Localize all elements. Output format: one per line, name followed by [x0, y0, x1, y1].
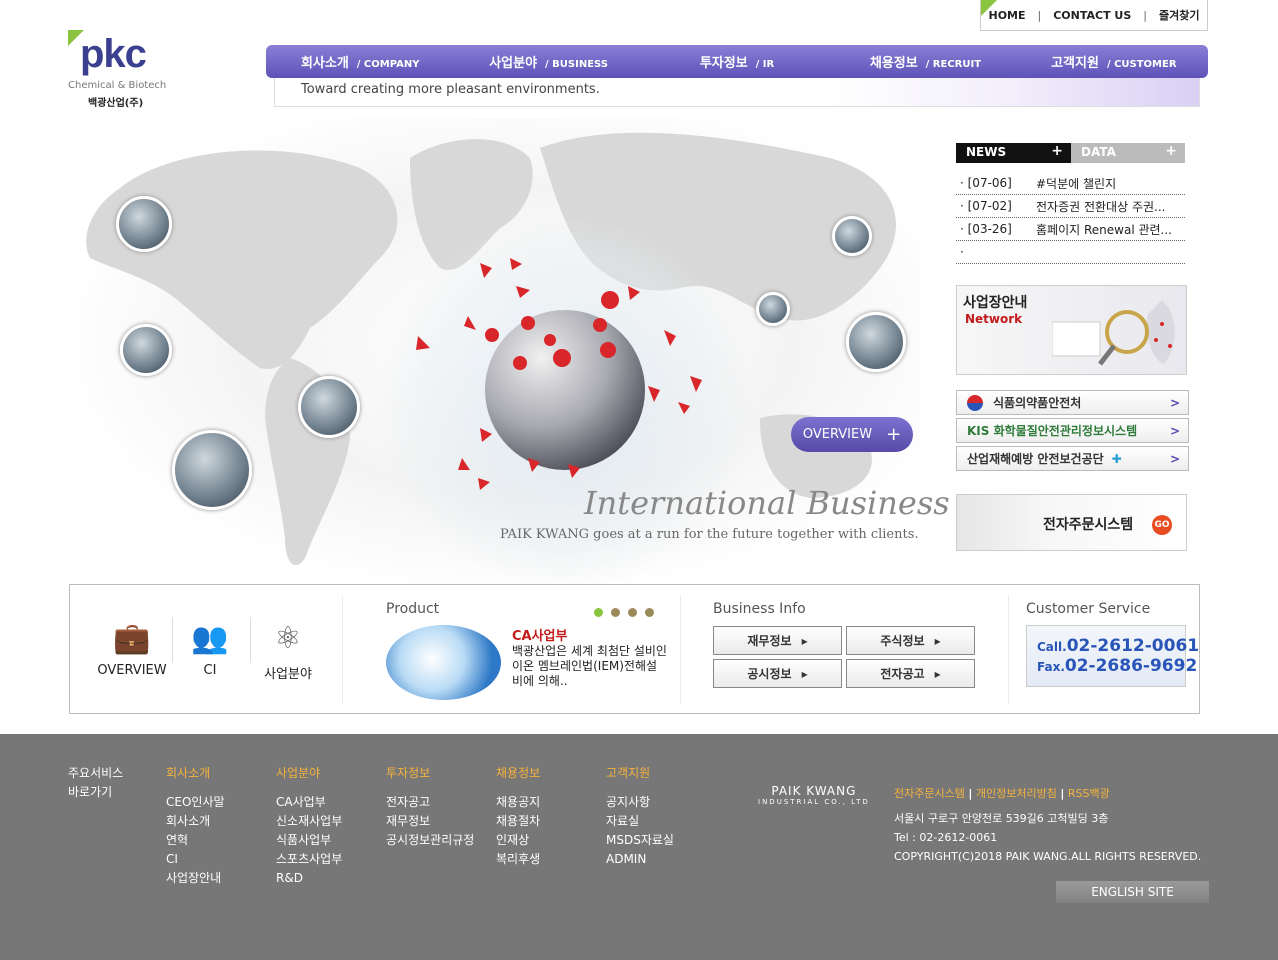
phone-number: 02-2612-0061: [1066, 636, 1200, 656]
gov-emblem-icon: [967, 394, 983, 411]
arrow-icon: >: [1169, 395, 1180, 410]
plant-photo: [120, 324, 172, 376]
separator: |: [1143, 8, 1148, 22]
footer-col-business: 사업분야 CA사업부 신소재사업부 식품사업부 스포츠사업부 R&D: [276, 766, 343, 885]
overview-button[interactable]: OVERVIEW +: [791, 417, 913, 452]
footer-main: 주요서비스 바로가기: [68, 766, 124, 799]
briefcase-icon: 💼: [113, 621, 151, 656]
disclosure-button[interactable]: 공시정보 ▸: [713, 659, 842, 688]
product-name[interactable]: CA사업부: [512, 625, 567, 644]
hero-title: International Business: [584, 484, 950, 522]
slogan: Toward creating more pleasant environmen…: [274, 78, 1200, 107]
network-subtitle: Network: [965, 312, 1023, 326]
arrow-icon: >: [1169, 423, 1180, 438]
quick-bar: 💼 OVERVIEW 👥 CI ⚛ 사업분야 Product CA사업부 백광산업은 …: [69, 584, 1200, 714]
tab-data[interactable]: DATA +: [1071, 143, 1185, 163]
list-item[interactable]: ·: [956, 241, 1185, 264]
plant-photo: [298, 376, 360, 438]
footer-col-company: 회사소개 CEO인사말 회사소개 연혁 CI 사업장안내: [166, 766, 225, 885]
e-notice-button[interactable]: 전자공고 ▸: [846, 659, 975, 688]
footer: 주요서비스 바로가기 회사소개 CEO인사말 회사소개 연혁 CI 사업장안내 사업분야 …: [0, 734, 1278, 960]
mfds-link[interactable]: 식품의약품안전처 >: [956, 390, 1189, 415]
fax-number: 02-2686-9692: [1064, 656, 1198, 676]
arrow-icon: ▸: [801, 633, 808, 648]
plus-icon[interactable]: +: [1165, 143, 1177, 159]
arrow-icon: ▸: [934, 666, 941, 681]
favorite-link[interactable]: 즐겨찾기: [1159, 7, 1199, 23]
business-info-title: Business Info: [713, 601, 806, 617]
product-description: 백광산업은 세계 최첨단 설비인 이온 멤브레인법(IEM)전해설비에 의해..: [512, 644, 667, 688]
quick-business[interactable]: ⚛ 사업분야: [250, 615, 326, 682]
footer-col-recruit: 채용정보 채용공지 채용절차 인재상 복리후생: [496, 766, 541, 866]
divider: [680, 595, 681, 705]
logo-subtitle: Chemical & Biotech: [68, 80, 167, 91]
logo[interactable]: pkc Chemical & Biotech 백광산업(주): [68, 28, 178, 113]
plus-icon[interactable]: +: [1051, 143, 1063, 159]
plus-icon: +: [886, 424, 902, 445]
logo-word: pkc: [80, 32, 147, 76]
list-item[interactable]: · [03-26] 홈페이지 Renewal 관련...: [956, 218, 1185, 241]
footer-brand: PAIK KWANG INDUSTRIAL CO., LTD: [758, 784, 870, 806]
people-icon: 👥: [191, 621, 229, 656]
arrow-icon: ▸: [934, 633, 941, 648]
nav-recruit[interactable]: 채용정보 / RECRUIT: [831, 52, 1019, 71]
product-title: Product: [386, 601, 440, 617]
nav-ir[interactable]: 투자정보 / IR: [643, 52, 831, 71]
kis-link[interactable]: KIS 화학물질안전관리정보시스템 >: [956, 418, 1189, 443]
contact-link[interactable]: CONTACT US: [1053, 9, 1131, 22]
atom-icon: ⚛: [274, 621, 302, 656]
list-item[interactable]: · [07-02] 전자증권 전환대상 주권...: [956, 195, 1185, 218]
separator: |: [1037, 8, 1042, 22]
magnifier-map-icon: [1052, 300, 1175, 366]
plant-photo: [116, 196, 172, 252]
footer-col-ir: 투자정보 전자공고 재무정보 공시정보관리규정: [386, 766, 475, 847]
network-title: 사업장안내: [963, 295, 1028, 311]
main-nav: 회사소개 / COMPANY 사업분야 / BUSINESS 투자정보 / IR 채용…: [266, 45, 1208, 78]
logo-korean: 백광산업(주): [88, 98, 144, 109]
kosha-link[interactable]: 산업재해예방 안전보건공단 ✚ >: [956, 446, 1189, 471]
english-site-button[interactable]: ENGLISH SITE: [1056, 881, 1209, 903]
e-order-banner[interactable]: 전자주문시스템 GO: [956, 494, 1187, 551]
footer-info: 전자주문시스템 | 개인정보처리방침 | RSS백광 서울시 구로구 안양천로 …: [894, 787, 1202, 863]
nav-customer[interactable]: 고객지원 / CUSTOMER: [1020, 52, 1208, 71]
quick-overview[interactable]: 💼 OVERVIEW: [94, 615, 170, 678]
financial-info-button[interactable]: 재무정보 ▸: [713, 626, 842, 655]
go-button[interactable]: GO: [1152, 515, 1172, 535]
customer-service-title: Customer Service: [1026, 601, 1151, 617]
hero-subtitle: PAIK KWANG goes at a run for the future …: [500, 527, 919, 542]
utility-bar: HOME | CONTACT US | 즐겨찾기: [980, 0, 1208, 31]
cross-icon: ✚: [1111, 451, 1122, 466]
network-banner[interactable]: 사업장안내 Network: [956, 285, 1187, 375]
list-item[interactable]: · [07-06] #덕분에 챌린지: [956, 172, 1185, 195]
nav-company[interactable]: 회사소개 / COMPANY: [266, 52, 454, 71]
corner-accent: [981, 0, 997, 16]
slide-dots[interactable]: [594, 608, 654, 617]
divider: [1008, 595, 1009, 705]
tab-news[interactable]: NEWS +: [956, 143, 1071, 163]
divider: [342, 595, 343, 705]
arrow-icon: >: [1169, 451, 1180, 466]
news-tabs: NEWS + DATA +: [956, 143, 1185, 163]
plant-photo: [756, 292, 790, 326]
contact-box: Call.02-2612-0061 Fax.02-2686-9692: [1026, 625, 1199, 687]
quick-ci[interactable]: 👥 CI: [172, 615, 248, 678]
news-list: · [07-06] #덕분에 챌린지 · [07-02] 전자증권 전환대상 주권.…: [956, 172, 1185, 264]
plant-photo: [832, 216, 872, 256]
arrow-icon: ▸: [801, 666, 808, 681]
plant-photo: [846, 312, 906, 372]
stock-info-button[interactable]: 주식정보 ▸: [846, 626, 975, 655]
product-image: [386, 625, 501, 700]
plant-photo: [172, 430, 252, 510]
nav-business[interactable]: 사업분야 / BUSINESS: [454, 52, 642, 71]
footer-col-customer: 고객지원 공지사항 자료실 MSDS자료실 ADMIN: [606, 766, 674, 866]
